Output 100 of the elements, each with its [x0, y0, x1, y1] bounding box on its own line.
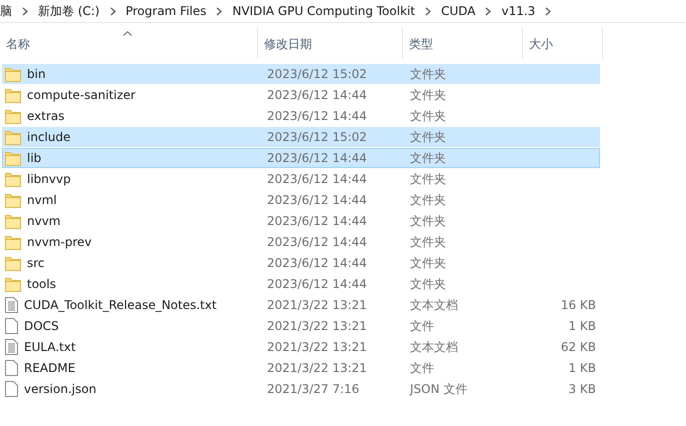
folder-icon	[5, 172, 21, 186]
file-type: 文件夹	[409, 150, 447, 166]
file-type: 文件夹	[409, 66, 447, 82]
file-name: extras	[27, 109, 65, 123]
chevron-right-icon[interactable]	[485, 6, 492, 16]
file-name: nvvm-prev	[27, 235, 92, 249]
file-type: 文件	[409, 318, 435, 334]
file-type: 文本文档	[409, 296, 459, 314]
breadcrumb-item[interactable]: v11.3	[501, 4, 536, 18]
modified-date: 2023/6/12 15:02	[266, 67, 368, 81]
file-name: libnvvp	[27, 172, 71, 186]
column-header[interactable]: 修改日期	[258, 27, 403, 59]
file-type: 文件夹	[409, 254, 447, 272]
file-row[interactable]: nvml 2023/6/12 14:44 文件夹	[2, 190, 600, 210]
file-row[interactable]: EULA.txt 2021/3/22 13:21 文本文档 62 KB	[2, 337, 600, 357]
file-row[interactable]: README 2021/3/22 13:21 文件 1 KB	[2, 358, 600, 378]
file-row[interactable]: bin 2023/6/12 15:02 文件夹	[2, 64, 600, 84]
chevron-right-icon[interactable]	[545, 6, 552, 16]
file-type: 文件夹	[409, 128, 447, 146]
file-row[interactable]: src 2023/6/12 14:44 文件夹	[2, 253, 600, 273]
chevron-right-icon[interactable]	[22, 6, 28, 16]
file-size: 1 KB	[568, 361, 596, 375]
file-size: 62 KB	[560, 340, 596, 354]
file-row[interactable]: CUDA_Toolkit_Release_Notes.txt 2021/3/22 13:21 文本文档 16 KB	[2, 295, 600, 315]
file-name: tools	[27, 277, 56, 291]
folder-icon	[5, 130, 21, 144]
file-type: 文件夹	[409, 86, 447, 104]
modified-date: 2021/3/22 13:21	[266, 361, 368, 375]
file-row[interactable]: version.json 2021/3/27 7:16 JSON 文件 3 KB	[2, 379, 600, 399]
blank-file-icon	[5, 381, 18, 397]
breadcrumb-item[interactable]: NVIDIA GPU Computing Toolkit	[232, 4, 416, 18]
folder-icon	[5, 192, 21, 208]
file-size: 1 KB	[568, 319, 596, 333]
modified-date: 2023/6/12 14:44	[266, 88, 368, 102]
file-row[interactable]: nvvm-prev 2023/6/12 14:44 文件夹	[2, 232, 600, 252]
text-document-icon	[5, 297, 18, 313]
file-row[interactable]: DOCS 2021/3/22 13:21 文件 1 KB	[2, 316, 600, 336]
modified-date: 2023/6/12 14:44	[266, 256, 368, 270]
file-row[interactable]: compute-sanitizer 2023/6/12 14:44 文件夹	[2, 85, 600, 105]
column-header[interactable]: 名称	[0, 27, 258, 59]
modified-date: 2023/6/12 14:44	[266, 172, 368, 186]
file-name: nvvm	[27, 214, 60, 228]
modified-date: 2021/3/27 7:16	[266, 382, 360, 396]
column-header[interactable]: 类型	[403, 27, 523, 59]
file-type: JSON 文件	[408, 380, 468, 398]
file-name: lib	[27, 151, 42, 165]
file-name: bin	[27, 67, 46, 81]
breadcrumb-item[interactable]: 新加卷 (C:)	[38, 2, 100, 20]
modified-date: 2021/3/22 13:21	[266, 319, 368, 333]
folder-icon	[5, 256, 21, 270]
folder-icon	[5, 108, 21, 124]
file-name: compute-sanitizer	[27, 88, 136, 102]
chevron-right-icon[interactable]	[216, 6, 222, 16]
file-name: src	[27, 256, 45, 270]
sort-up-icon	[123, 31, 132, 36]
modified-date: 2023/6/12 14:44	[266, 193, 368, 207]
file-name: include	[27, 130, 70, 144]
file-row[interactable]: extras 2023/6/12 14:44 文件夹	[2, 106, 600, 126]
text-document-icon	[5, 339, 18, 355]
chevron-right-icon[interactable]	[425, 6, 432, 16]
file-type: 文件夹	[409, 108, 447, 124]
folder-icon	[5, 150, 21, 166]
file-name: README	[24, 361, 76, 375]
column-header[interactable]: 大小	[523, 27, 603, 59]
folder-icon	[5, 276, 21, 292]
blank-file-icon	[5, 318, 18, 334]
file-row[interactable]: nvvm 2023/6/12 14:44 文件夹	[2, 211, 600, 231]
file-row[interactable]: lib 2023/6/12 14:44 文件夹	[2, 148, 600, 168]
file-size: 16 KB	[560, 298, 596, 312]
modified-date: 2021/3/22 13:21	[266, 340, 368, 354]
file-type: 文件夹	[409, 276, 447, 292]
modified-date: 2023/6/12 14:44	[266, 214, 368, 228]
breadcrumb-item[interactable]: 脑	[0, 2, 12, 20]
file-row[interactable]: libnvvp 2023/6/12 14:44 文件夹	[2, 169, 600, 189]
file-type: 文件夹	[409, 170, 447, 188]
modified-date: 2023/6/12 15:02	[266, 130, 368, 144]
file-name: version.json	[24, 382, 96, 396]
file-name: DOCS	[24, 319, 59, 333]
file-row[interactable]: include 2023/6/12 15:02 文件夹	[2, 127, 600, 147]
file-size: 3 KB	[568, 382, 596, 396]
breadcrumb-item[interactable]: Program Files	[126, 4, 206, 18]
modified-date: 2023/6/12 14:44	[266, 235, 368, 249]
folder-icon	[5, 214, 21, 228]
file-row[interactable]: tools 2023/6/12 14:44 文件夹	[2, 274, 600, 294]
file-type: 文本文档	[409, 338, 459, 356]
file-type: 文件夹	[409, 192, 447, 208]
modified-date: 2023/6/12 14:44	[266, 109, 368, 123]
breadcrumb-item[interactable]: CUDA	[441, 4, 476, 18]
file-type: 文件	[409, 360, 435, 376]
folder-icon	[5, 66, 21, 82]
modified-date: 2021/3/22 13:21	[266, 298, 368, 312]
blank-file-icon	[5, 360, 18, 376]
file-name: EULA.txt	[24, 340, 76, 354]
modified-date: 2023/6/12 14:44	[266, 277, 368, 291]
file-name: CUDA_Toolkit_Release_Notes.txt	[24, 298, 217, 312]
folder-icon	[5, 234, 21, 250]
file-name: nvml	[27, 193, 57, 207]
chevron-right-icon[interactable]	[110, 6, 116, 16]
modified-date: 2023/6/12 14:44	[266, 151, 368, 165]
folder-icon	[5, 88, 21, 102]
